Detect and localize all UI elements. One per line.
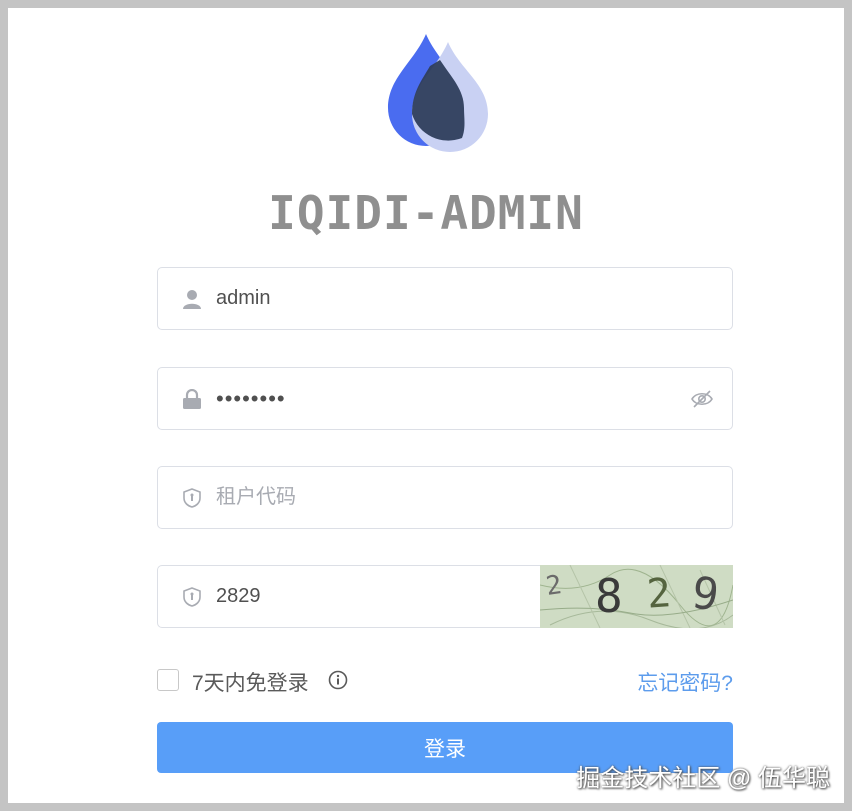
tenant-input[interactable] [216,467,732,528]
info-icon[interactable] [328,670,348,690]
logo-drop-icon [388,34,488,152]
password-field[interactable] [157,367,733,430]
captcha-char: 8 [595,569,623,623]
captcha-field[interactable] [157,565,541,628]
captcha-char: 2 [543,570,564,602]
eye-slash-icon[interactable] [672,368,732,429]
username-field[interactable] [157,267,733,330]
captcha-image[interactable]: 2 8 2 9 [540,565,733,628]
remember-checkbox[interactable] [157,669,179,691]
captcha-char: 9 [688,567,722,622]
shield-icon [158,467,216,528]
app-title: IQIDI-ADMIN [268,186,584,240]
user-icon [158,268,216,329]
options-row: 7天内免登录 忘记密码? [157,664,733,696]
username-input[interactable] [216,268,732,329]
password-input[interactable] [216,368,672,429]
tenant-field[interactable] [157,466,733,529]
forgot-password-link[interactable]: 忘记密码? [637,667,733,697]
lock-icon [158,368,216,429]
captcha-char: 2 [645,570,673,618]
captcha-input[interactable] [216,566,540,627]
remember-label[interactable]: 7天内免登录 [192,667,309,697]
watermark: 掘金技术社区 @ 伍华聪 [576,765,830,792]
shield-icon [158,566,216,627]
